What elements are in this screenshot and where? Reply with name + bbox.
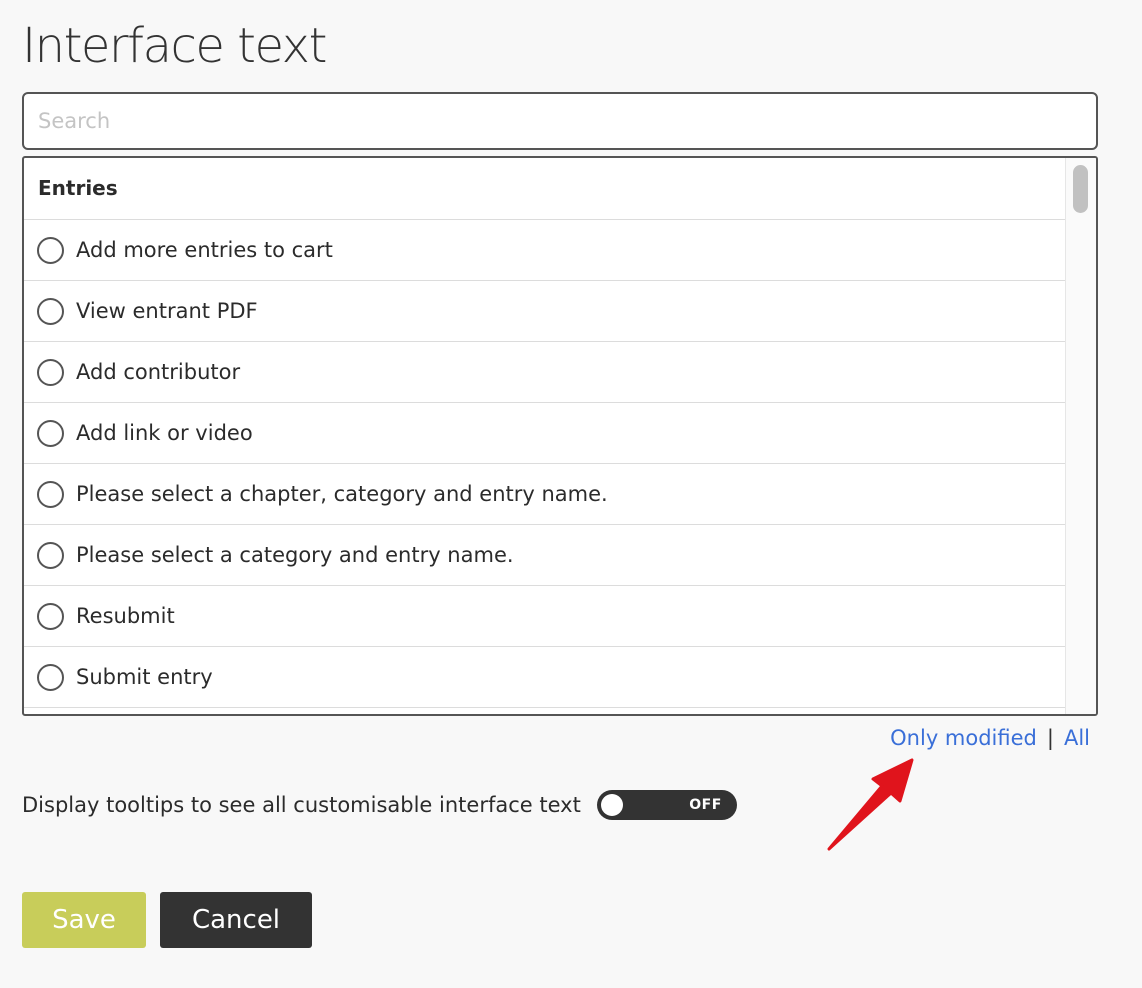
list-item[interactable]: Add more entries to cart xyxy=(24,220,1068,281)
list-item[interactable]: Resubmit xyxy=(24,586,1068,647)
radio-button[interactable] xyxy=(37,358,64,386)
interface-text-list[interactable]: Entries Add more entries to cart View en… xyxy=(22,156,1098,716)
radio-button[interactable] xyxy=(37,480,64,508)
list-item[interactable]: View entrant PDF xyxy=(24,281,1068,342)
save-button[interactable]: Save xyxy=(22,892,146,948)
radio-button[interactable] xyxy=(37,663,64,691)
scrollbar-thumb[interactable] xyxy=(1073,165,1088,213)
list-section-title: Entries xyxy=(24,158,1068,220)
list-item[interactable]: Add contributor xyxy=(24,342,1068,403)
list-item-label: View entrant PDF xyxy=(76,299,258,323)
search-input[interactable] xyxy=(22,92,1098,150)
toggle-knob xyxy=(600,794,623,816)
scrollbar-track[interactable] xyxy=(1065,158,1096,714)
list-content: Entries Add more entries to cart View en… xyxy=(24,158,1068,708)
radio-button[interactable] xyxy=(37,236,64,264)
tooltips-setting: Display tooltips to see all customisable… xyxy=(22,790,737,820)
cancel-button[interactable]: Cancel xyxy=(160,892,312,948)
toggle-state-label: OFF xyxy=(689,797,722,813)
radio-button[interactable] xyxy=(37,541,64,569)
list-item[interactable]: Please select a category and entry name. xyxy=(24,525,1068,586)
tooltips-label: Display tooltips to see all customisable… xyxy=(22,793,581,817)
list-item-label: Please select a category and entry name. xyxy=(76,543,514,567)
list-item-label: Submit entry xyxy=(76,665,213,689)
list-item[interactable]: Add link or video xyxy=(24,403,1068,464)
filter-separator: | xyxy=(1046,726,1054,750)
list-item[interactable]: Submit entry xyxy=(24,647,1068,708)
radio-button[interactable] xyxy=(37,419,64,447)
radio-button[interactable] xyxy=(37,602,64,630)
list-item-label: Add link or video xyxy=(76,421,253,445)
radio-button[interactable] xyxy=(37,297,64,325)
page-title: Interface text xyxy=(22,18,327,74)
list-item[interactable]: Please select a chapter, category and en… xyxy=(24,464,1068,525)
tooltips-toggle[interactable]: OFF xyxy=(596,790,737,820)
list-item-label: Add contributor xyxy=(76,360,241,384)
list-item-label: Add more entries to cart xyxy=(76,238,333,262)
list-item-label: Resubmit xyxy=(76,604,175,628)
all-link[interactable]: All xyxy=(1064,726,1090,750)
list-item-label: Please select a chapter, category and en… xyxy=(76,482,608,506)
annotation-arrow-icon xyxy=(827,758,914,851)
